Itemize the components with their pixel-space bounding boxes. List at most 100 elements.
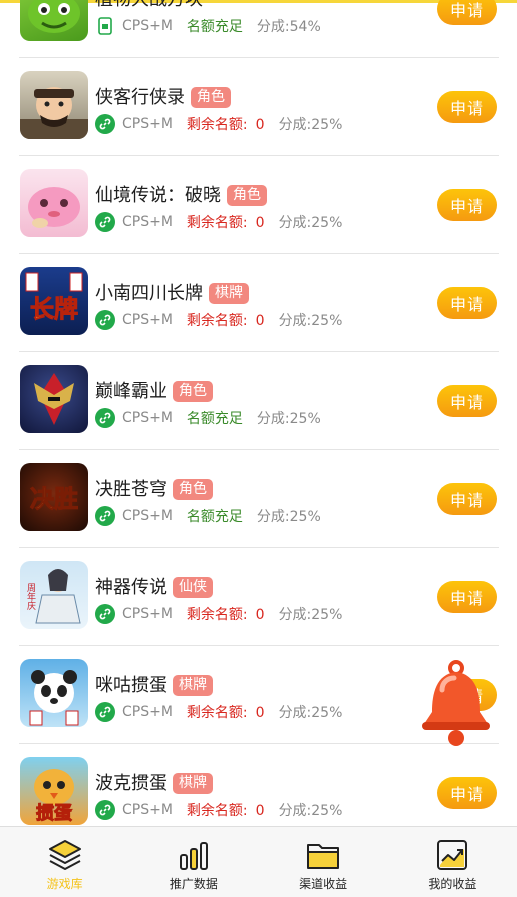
billing-mode: CPS+M (122, 214, 173, 230)
game-title: 侠客行侠录 角色 (95, 83, 231, 109)
genre-tag: 棋牌 (173, 675, 213, 696)
game-row[interactable]: 巅峰霸业 角色 CPS+M 名额充足 分成:25% 申请 (19, 352, 499, 450)
thumbnail-text: 周年庆 (25, 583, 36, 611)
bell-icon[interactable] (418, 660, 494, 748)
apply-button[interactable]: 申请 (437, 0, 497, 25)
game-meta: CPS+M 剩余名额: 0 分成:25% (95, 603, 342, 625)
billing-mode: CPS+M (122, 410, 173, 426)
billing-mode: CPS+M (122, 508, 173, 524)
link-icon (95, 702, 115, 722)
revenue-share: 分成:25% (256, 411, 321, 427)
tab-label: 我的收益 (428, 877, 477, 891)
billing-mode: CPS+M (122, 606, 173, 622)
revenue-share: 分成:25% (278, 117, 343, 133)
quota-status: 剩余名额: 0 (186, 705, 265, 721)
quota-status: 剩余名额: 0 (186, 117, 265, 133)
revenue-share: 分成:25% (278, 607, 343, 623)
billing-mode: CPS+M (122, 18, 173, 34)
apply-button[interactable]: 申请 (437, 385, 497, 417)
game-meta: CPS+M 剩余名额: 0 分成:25% (95, 799, 342, 821)
tab-channel-revenue[interactable]: 渠道收益 (259, 827, 388, 897)
genre-tag: 角色 (227, 185, 267, 206)
game-thumbnail: 决胜 (20, 463, 88, 531)
billing-mode: CPS+M (122, 312, 173, 328)
game-meta: CPS+M 名额充足 分成:25% (95, 407, 321, 429)
game-title: 植物大战方块 (95, 0, 203, 11)
game-row[interactable]: 决胜 决胜苍穹 角色 CPS+M 名额充足 分成:25% 申请 (19, 450, 499, 548)
game-meta: CPS+M 剩余名额: 0 分成:25% (95, 309, 342, 331)
game-title: 决胜苍穹 角色 (95, 475, 213, 501)
game-title: 咪咕掼蛋 棋牌 (95, 671, 213, 697)
game-meta: CPS+M 名额充足 分成:54% (95, 15, 321, 37)
game-thumbnail (20, 71, 88, 139)
apply-button[interactable]: 申请 (437, 777, 497, 809)
genre-tag: 棋牌 (173, 773, 213, 794)
quota-status: 名额充足 (186, 19, 243, 35)
link-icon (95, 800, 115, 820)
genre-tag: 角色 (191, 87, 231, 108)
game-thumbnail: 长牌 (20, 267, 88, 335)
thumbnail-text: 决胜 (30, 485, 78, 513)
bottom-tab-bar: 游戏库 推广数据 渠道收益 我的收益 (0, 826, 517, 897)
revenue-share: 分成:25% (278, 803, 343, 819)
game-title: 波克掼蛋 棋牌 (95, 769, 213, 795)
tab-game-library[interactable]: 游戏库 (0, 827, 129, 897)
quota-status: 剩余名额: 0 (186, 313, 265, 329)
game-title: 巅峰霸业 角色 (95, 377, 213, 403)
game-meta: CPS+M 剩余名额: 0 分成:25% (95, 701, 342, 723)
game-title: 小南四川长牌 棋牌 (95, 279, 249, 305)
game-thumbnail (20, 365, 88, 433)
game-meta: CPS+M 剩余名额: 0 分成:25% (95, 113, 342, 135)
trend-chart-icon (437, 840, 468, 870)
game-thumbnail: 周年庆 (20, 561, 88, 629)
game-row[interactable]: 侠客行侠录 角色 CPS+M 剩余名额: 0 分成:25% 申请 (19, 58, 499, 156)
revenue-share: 分成:54% (256, 19, 321, 35)
game-row[interactable]: 植物大战方块 CPS+M 名额充足 分成:54% 申请 (19, 0, 499, 58)
genre-tag: 棋牌 (209, 283, 249, 304)
game-meta: CPS+M 名额充足 分成:25% (95, 505, 321, 527)
folder-icon (307, 844, 340, 869)
phone-icon (95, 16, 115, 36)
billing-mode: CPS+M (122, 704, 173, 720)
tab-promotion-data[interactable]: 推广数据 (129, 827, 258, 897)
revenue-share: 分成:25% (278, 215, 343, 231)
bar-chart-icon (179, 842, 208, 870)
link-icon (95, 114, 115, 134)
apply-button[interactable]: 申请 (437, 483, 497, 515)
quota-status: 名额充足 (186, 509, 243, 525)
game-title: 神器传说 仙侠 (95, 573, 213, 599)
game-thumbnail (20, 169, 88, 237)
link-icon (95, 604, 115, 624)
revenue-share: 分成:25% (278, 313, 343, 329)
billing-mode: CPS+M (122, 802, 173, 818)
tab-my-revenue[interactable]: 我的收益 (388, 827, 517, 897)
quota-status: 剩余名额: 0 (186, 607, 265, 623)
genre-tag: 仙侠 (173, 577, 213, 598)
genre-tag: 角色 (173, 381, 213, 402)
apply-button[interactable]: 申请 (437, 91, 497, 123)
game-meta: CPS+M 剩余名额: 0 分成:25% (95, 211, 342, 233)
apply-button[interactable]: 申请 (437, 581, 497, 613)
game-row[interactable]: 仙境传说：破晓 角色 CPS+M 剩余名额: 0 分成:25% 申请 (19, 156, 499, 254)
tab-label: 渠道收益 (299, 877, 348, 891)
thumbnail-text: 掼蛋 (36, 802, 72, 824)
link-icon (95, 408, 115, 428)
thumbnail-text: 长牌 (30, 295, 78, 323)
game-title: 仙境传说：破晓 角色 (95, 181, 267, 207)
tab-label: 推广数据 (169, 877, 218, 891)
tab-label: 游戏库 (46, 877, 83, 891)
quota-status: 剩余名额: 0 (186, 215, 265, 231)
game-thumbnail (20, 0, 88, 41)
apply-button[interactable]: 申请 (437, 287, 497, 319)
apply-button[interactable]: 申请 (437, 189, 497, 221)
billing-mode: CPS+M (122, 116, 173, 132)
game-thumbnail (20, 659, 88, 727)
game-row[interactable]: 周年庆 神器传说 仙侠 CPS+M 剩余名额: 0 分成:25% 申请 (19, 548, 499, 646)
link-icon (95, 506, 115, 526)
link-icon (95, 310, 115, 330)
link-icon (95, 212, 115, 232)
quota-status: 名额充足 (186, 411, 243, 427)
game-row[interactable]: 长牌 小南四川长牌 棋牌 CPS+M 剩余名额: 0 分成:25% 申请 (19, 254, 499, 352)
revenue-share: 分成:25% (278, 705, 343, 721)
layers-icon (48, 840, 81, 870)
